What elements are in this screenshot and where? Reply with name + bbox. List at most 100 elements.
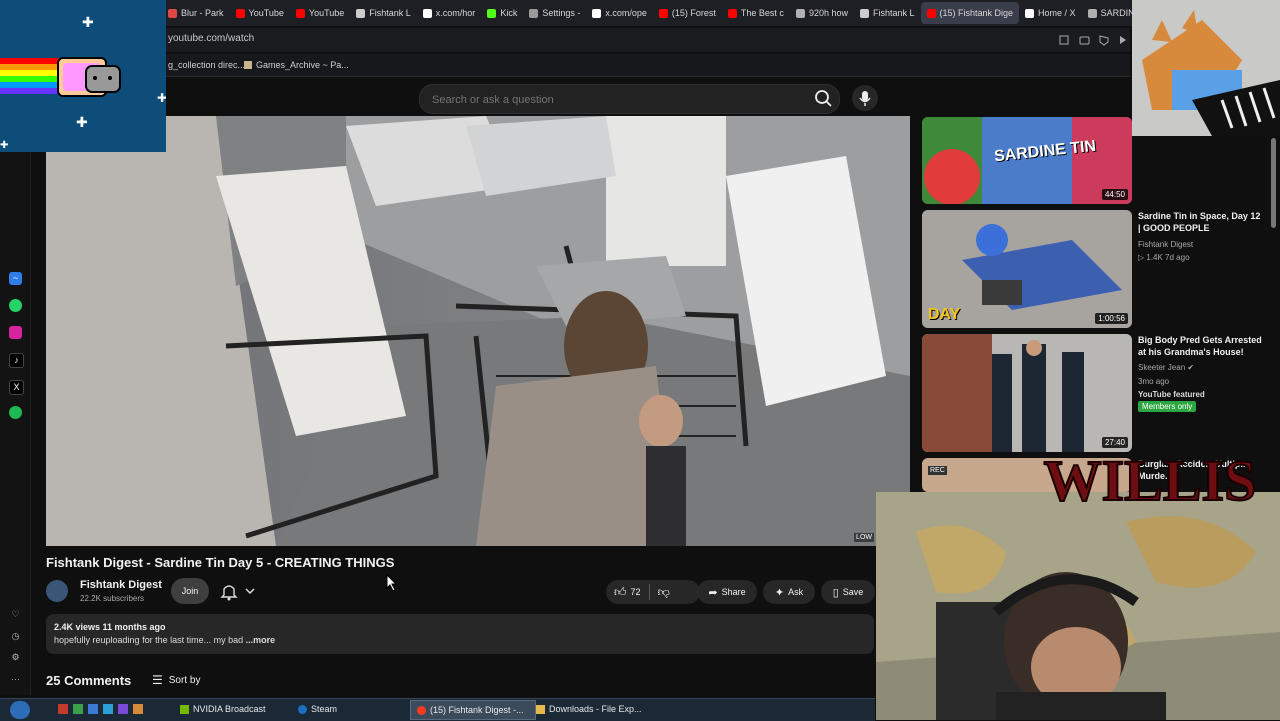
heart-icon[interactable]: ♡	[9, 608, 22, 621]
sort-icon: ☰	[152, 673, 163, 687]
browser-tab[interactable]: Kick	[481, 2, 523, 24]
app-icon[interactable]	[103, 704, 113, 714]
subscribe-notifications-button[interactable]	[218, 581, 262, 601]
messenger-icon[interactable]: ~	[9, 272, 22, 285]
browser-tab[interactable]: (15) Fishtank Dige	[920, 2, 1020, 24]
browser-tab[interactable]: Settings -	[523, 2, 586, 24]
tab-label: The Best c	[740, 8, 784, 18]
cat-head	[85, 65, 121, 93]
streamer-webcam	[876, 492, 1280, 720]
voice-search-button[interactable]	[852, 85, 878, 111]
rec-channel[interactable]: Fishtank Digest	[1138, 240, 1193, 249]
rec-thumbnail[interactable]: DAY 1:00:56	[922, 210, 1132, 328]
svg-text:WILLIS: WILLIS	[1044, 448, 1257, 513]
share-icon: ➦	[708, 586, 718, 599]
play-icon	[1120, 36, 1126, 44]
bookmark-item[interactable]: Games_Archive ~ Pa...	[244, 60, 349, 70]
browser-tab[interactable]: The Best c	[722, 2, 790, 24]
tab-favicon-icon	[356, 8, 366, 18]
browser-tab[interactable]: Home / X	[1019, 2, 1082, 24]
more-link[interactable]: ...more	[246, 635, 276, 645]
like-icon[interactable]: 👍︎	[614, 585, 627, 600]
taskbar-item[interactable]: Steam	[292, 700, 343, 718]
taskbar-item[interactable]: Downloads - File Exp...	[530, 700, 648, 718]
app-icon[interactable]	[133, 704, 143, 714]
screenshot-icon	[1079, 36, 1090, 45]
search-input[interactable]	[430, 85, 794, 115]
tab-label: Fishtank L	[872, 8, 915, 18]
url-text[interactable]: youtube.com/watch	[168, 33, 254, 44]
rec-channel[interactable]: Skeeter Jean ✔	[1138, 363, 1194, 372]
subscriber-count: 22.2K subscribers	[80, 594, 145, 603]
spotify-icon[interactable]	[9, 406, 22, 419]
folder-icon	[536, 704, 545, 714]
tab-favicon-icon	[1025, 8, 1035, 18]
description-box[interactable]	[46, 614, 874, 654]
search-icon[interactable]	[810, 86, 836, 110]
browser-icon	[417, 705, 426, 715]
tab-label: Settings -	[542, 8, 581, 18]
bookmark-item[interactable]: g_collection direc...	[168, 60, 245, 70]
browser-tab[interactable]: YouTube	[230, 2, 290, 24]
svg-text:✚: ✚	[157, 91, 166, 105]
settings-icon[interactable]: ⚙	[9, 651, 22, 664]
browser-tab[interactable]: (15) Forest	[653, 2, 722, 24]
tab-label: Kick	[500, 8, 518, 18]
like-count[interactable]: 72	[631, 587, 641, 597]
taskbar-item[interactable]: NVIDIA Broadcast	[174, 700, 272, 718]
ask-button[interactable]: ✦ Ask	[763, 580, 815, 604]
tab-label: Blur - Park	[181, 8, 224, 18]
save-button[interactable]: ▯ Save	[821, 580, 875, 604]
tab-favicon-icon	[658, 8, 668, 18]
rec-thumbnail[interactable]: 27:40	[922, 334, 1132, 452]
whatsapp-icon[interactable]	[9, 299, 22, 312]
app-icon[interactable]	[88, 704, 98, 714]
address-bar-actions[interactable]	[1058, 34, 1128, 46]
tab-favicon-icon	[487, 8, 497, 18]
app-icon[interactable]	[118, 704, 128, 714]
bell-icon	[220, 585, 238, 601]
rec-title[interactable]: Big Body Pred Gets Arrested at his Grand…	[1138, 334, 1263, 358]
browser-tab[interactable]: Fishtank L	[350, 2, 417, 24]
save-label: Save	[842, 587, 864, 597]
search-box[interactable]	[419, 84, 840, 115]
channel-avatar[interactable]	[46, 580, 68, 602]
shield-icon	[1099, 35, 1109, 46]
history-icon[interactable]: ◷	[9, 630, 22, 643]
browser-tab[interactable]: x.com/hor	[417, 2, 482, 24]
video-player[interactable]: LOW	[46, 116, 910, 546]
tab-favicon-icon	[592, 8, 602, 18]
browser-tab[interactable]: x.com/ope	[586, 2, 653, 24]
more-icon[interactable]: ···	[9, 673, 22, 686]
app-icon[interactable]	[73, 704, 83, 714]
browser-tab[interactable]: 920h how	[790, 2, 854, 24]
dislike-icon[interactable]: 👎︎	[658, 585, 670, 600]
x-icon[interactable]: X	[9, 380, 24, 395]
willis-logo: WILLIS	[1043, 447, 1258, 514]
video-frame	[46, 116, 910, 546]
instagram-icon[interactable]	[9, 326, 22, 339]
tab-label: Fishtank L	[369, 8, 411, 18]
browser-tab[interactable]: YouTube	[290, 2, 350, 24]
share-button[interactable]: ➦ Share	[697, 580, 757, 604]
tab-favicon-icon	[422, 8, 432, 18]
start-button[interactable]	[10, 701, 30, 719]
browser-tab[interactable]: Fishtank L	[854, 2, 921, 24]
tab-favicon-icon	[235, 8, 245, 18]
rec-title[interactable]: Sardine Tin in Space, Day 12 | GOOD PEOP…	[1138, 210, 1263, 234]
tiktok-icon[interactable]: ♪	[9, 353, 24, 368]
browser-tab[interactable]: Blur - Park	[162, 2, 230, 24]
scrollbar-thumb[interactable]	[1271, 138, 1276, 228]
sort-by-button[interactable]: ☰ Sort by	[152, 673, 200, 687]
quality-badge[interactable]: LOW	[854, 533, 874, 542]
join-button[interactable]: Join	[171, 578, 209, 604]
tab-label: YouTube	[308, 8, 345, 18]
share-label: Share	[721, 587, 746, 597]
taskbar-item[interactable]: (15) Fishtank Digest -...	[410, 700, 536, 720]
duration-badge: 44:50	[1101, 189, 1128, 200]
svg-text:✚: ✚	[0, 140, 8, 151]
channel-name[interactable]: Fishtank Digest	[80, 579, 162, 591]
app-icon[interactable]	[58, 704, 68, 714]
rec-thumbnail[interactable]: SARDINE TIN 44:50	[922, 117, 1132, 204]
description-text: hopefully reuploading for the last time.…	[54, 635, 276, 645]
